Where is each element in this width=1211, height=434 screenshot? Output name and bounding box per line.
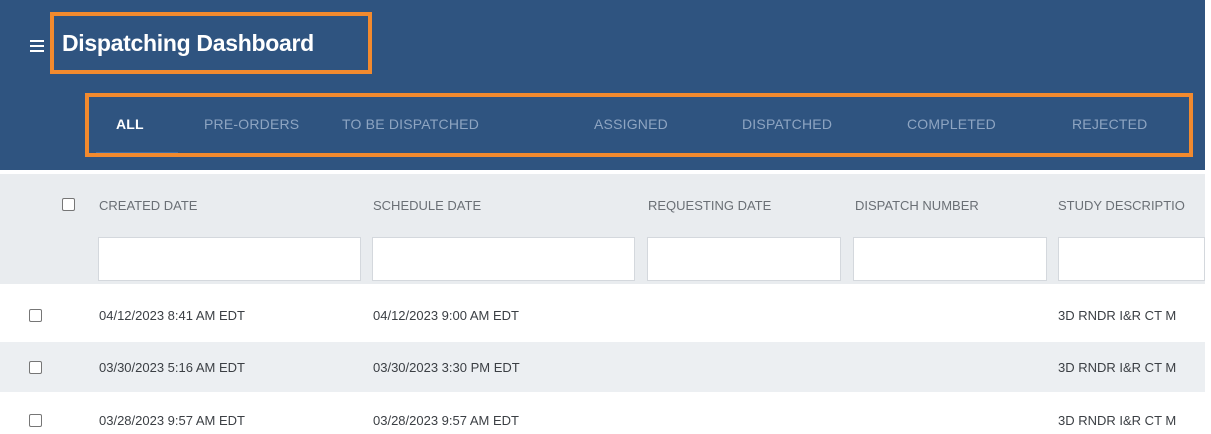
column-header-study-description[interactable]: STUDY DESCRIPTIO [1058,198,1185,213]
row-checkbox[interactable] [29,414,42,427]
select-all-checkbox[interactable] [62,198,75,211]
tabs-highlight-box [85,93,1193,157]
cell-created-date: 03/30/2023 5:16 AM EDT [99,360,245,375]
filter-requesting-date[interactable] [647,237,841,281]
column-header-dispatch-number[interactable]: DISPATCH NUMBER [855,198,979,213]
cell-study-description: 3D RNDR I&R CT M [1058,360,1177,375]
column-header-schedule-date[interactable]: SCHEDULE DATE [373,198,481,213]
filter-created-date[interactable] [98,237,361,281]
cell-created-date: 03/28/2023 9:57 AM EDT [99,413,245,428]
cell-schedule-date: 03/28/2023 9:57 AM EDT [373,413,519,428]
row-checkbox[interactable] [29,309,42,322]
row-checkbox[interactable] [29,361,42,374]
cell-study-description: 3D RNDR I&R CT M [1058,308,1177,323]
cell-schedule-date: 04/12/2023 9:00 AM EDT [373,308,519,323]
filter-study-description[interactable] [1058,237,1205,281]
hamburger-menu-icon[interactable] [30,40,44,52]
table-row[interactable]: 03/28/2023 9:57 AM EDT 03/28/2023 9:57 A… [0,392,1205,434]
cell-schedule-date: 03/30/2023 3:30 PM EDT [373,360,520,375]
filter-dispatch-number[interactable] [853,237,1047,281]
cell-created-date: 04/12/2023 8:41 AM EDT [99,308,245,323]
column-header-created-date[interactable]: CREATED DATE [99,198,197,213]
filter-schedule-date[interactable] [372,237,635,281]
window-edge [1205,0,1211,434]
title-highlight-box [50,12,372,74]
table-row[interactable]: 04/12/2023 8:41 AM EDT 04/12/2023 9:00 A… [0,290,1205,340]
column-header-requesting-date[interactable]: REQUESTING DATE [648,198,771,213]
table-row[interactable]: 03/30/2023 5:16 AM EDT 03/30/2023 3:30 P… [0,342,1205,392]
cell-study-description: 3D RNDR I&R CT M [1058,413,1177,428]
